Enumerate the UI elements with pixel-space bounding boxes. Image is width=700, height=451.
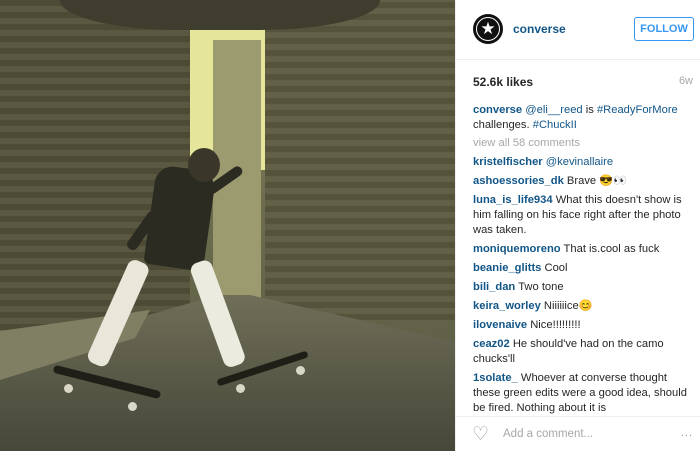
comment-text: Two tone — [518, 281, 564, 293]
comment-user[interactable]: luna_is_life934 — [473, 194, 553, 206]
comment-item: ceaz02 He should've had on the camo chuc… — [473, 337, 695, 367]
add-comment-input[interactable]: Add a comment... — [503, 428, 593, 440]
caption-user[interactable]: converse — [473, 104, 522, 116]
comment-text: That is.cool as fuck — [563, 243, 660, 255]
more-options-icon[interactable]: ... — [681, 427, 693, 439]
comment-item: moniquemoreno That is.cool as fuck — [473, 242, 695, 257]
photo-building-right — [265, 0, 455, 320]
comment-text: Nice!!!!!!!!! — [530, 319, 581, 331]
post-sidebar: ★ converse FOLLOW 52.6k likes 6w convers… — [455, 0, 700, 451]
comment-user[interactable]: beanie_glitts — [473, 262, 541, 274]
comment-footer: ♡ Add a comment... ... — [456, 416, 700, 451]
comment-user[interactable]: keira_worley — [473, 300, 541, 312]
skateboard-wheel — [236, 384, 245, 393]
comment-user[interactable]: kristelfischer — [473, 156, 543, 168]
comment-item: 1solate_ Whoever at converse thought the… — [473, 371, 695, 416]
comment-text: Niiiiiice😊 — [543, 300, 593, 312]
comment-item: ashoessories_dk Brave 😎👀 — [473, 174, 695, 189]
photo-building-left — [0, 0, 190, 330]
caption-hashtag[interactable]: #ReadyForMore — [597, 104, 678, 116]
caption-hashtag[interactable]: #ChuckII — [533, 119, 577, 131]
comment-user[interactable]: moniquemoreno — [473, 243, 561, 255]
post-header: ★ converse FOLLOW — [456, 0, 700, 60]
comment-item: ilovenaive Nice!!!!!!!!! — [473, 318, 695, 333]
caption: converse @eli__reed is #ReadyForMore cha… — [473, 103, 695, 133]
comment-user[interactable]: ilovenaive — [473, 319, 527, 331]
comment-item: kristelfischer @kevinallaire — [473, 155, 695, 170]
comment-user[interactable]: ceaz02 — [473, 338, 510, 350]
comment-item: bili_dan Two tone — [473, 280, 695, 295]
likes-count[interactable]: 52.6k likes — [473, 75, 533, 89]
post-age[interactable]: 6w — [679, 75, 693, 87]
comment-user[interactable]: bili_dan — [473, 281, 515, 293]
comment-item: keira_worley Niiiiiice😊 — [473, 299, 695, 314]
caption-mention[interactable]: @eli__reed — [525, 104, 582, 116]
caption-text: challenges. — [473, 119, 533, 131]
skateboard-wheel — [64, 384, 73, 393]
comment-text: Cool — [544, 262, 568, 274]
heart-icon[interactable]: ♡ — [472, 425, 494, 445]
follow-button[interactable]: FOLLOW — [634, 17, 694, 41]
skateboard-wheel — [296, 366, 305, 375]
caption-text: is — [582, 104, 597, 116]
comment-user[interactable]: ashoessories_dk — [473, 175, 564, 187]
comment-text: Brave 😎👀 — [566, 175, 628, 187]
view-all-comments-link[interactable]: view all 58 comments — [473, 137, 695, 149]
post-photo[interactable] — [0, 0, 455, 451]
skater-head — [188, 148, 220, 182]
converse-star-icon[interactable]: ★ — [473, 14, 503, 44]
skateboard-wheel — [128, 402, 137, 411]
comment-text[interactable]: @kevinallaire — [546, 156, 613, 168]
comments-list[interactable]: converse @eli__reed is #ReadyForMore cha… — [473, 103, 695, 416]
comment-item: luna_is_life934 What this doesn't show i… — [473, 193, 695, 238]
account-username[interactable]: converse — [513, 22, 566, 36]
comment-item: beanie_glitts Cool — [473, 261, 695, 276]
comment-user[interactable]: 1solate_ — [473, 372, 518, 384]
